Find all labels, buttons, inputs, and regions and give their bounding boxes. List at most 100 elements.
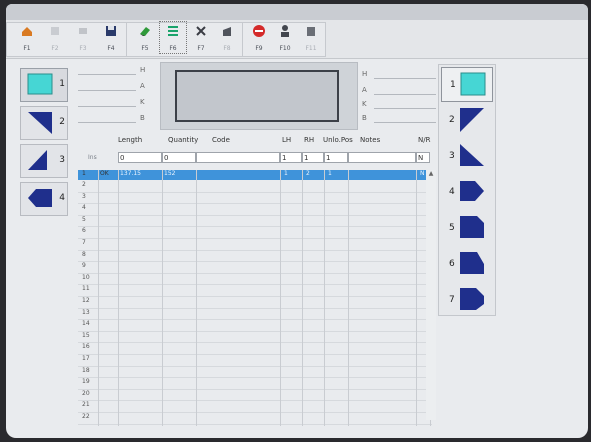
table-row[interactable]: 6 <box>78 227 432 237</box>
lh-input[interactable]: 1 <box>280 152 302 163</box>
field-b-left[interactable]: B <box>76 112 156 126</box>
rh-input[interactable]: 1 <box>302 152 324 163</box>
left-shape-button-1[interactable]: 1 <box>20 68 68 102</box>
table-row[interactable]: 13 <box>78 309 432 319</box>
table-row[interactable]: 19 <box>78 378 432 388</box>
table-row[interactable]: 2 <box>78 181 432 191</box>
table-row[interactable]: 16 <box>78 343 432 353</box>
f6-button[interactable]: F6 <box>159 21 187 54</box>
triangle-down-shape-icon <box>28 112 52 134</box>
notes-input[interactable] <box>348 152 416 163</box>
stop-icon <box>253 25 265 37</box>
f5-button[interactable]: F5 <box>132 22 158 53</box>
f8-label: F8 <box>223 45 231 52</box>
row-number: 17 <box>82 355 90 362</box>
table-row[interactable]: 4 <box>78 204 432 214</box>
field-b-right[interactable]: B <box>360 112 440 126</box>
right-shape-button-3[interactable]: 3 <box>441 139 491 172</box>
field-a-left[interactable]: A <box>76 80 156 94</box>
grid-scrollbar[interactable]: ▲ <box>426 170 436 420</box>
length-input[interactable]: 0 <box>118 152 162 163</box>
column-divider <box>98 170 99 426</box>
app-window: F1 F2 F3 F4 F5 F6 F7 F8 F9 F10 F11 1 2 3… <box>6 4 588 438</box>
right-shape-number: 6 <box>449 259 455 269</box>
unlo-pos-input[interactable]: 1 <box>324 152 348 163</box>
chamfer-shape-icon <box>460 252 484 274</box>
right-shape-button-4[interactable]: 4 <box>441 175 491 208</box>
right-shape-button-2[interactable]: 2 <box>441 103 491 136</box>
nr-input[interactable]: N <box>416 152 430 163</box>
scroll-up-icon[interactable]: ▲ <box>427 170 435 178</box>
row-number: 12 <box>82 297 90 304</box>
f11-label: F11 <box>305 45 317 52</box>
quantity-input[interactable]: 0 <box>162 152 196 163</box>
table-row[interactable]: 21 <box>78 401 432 411</box>
right-shape-number: 4 <box>449 187 455 197</box>
table-row[interactable]: 18 <box>78 367 432 377</box>
column-divider <box>416 170 417 426</box>
field-h-left[interactable]: H <box>76 64 156 78</box>
table-row[interactable]: 22 <box>78 413 432 423</box>
column-divider <box>196 170 197 426</box>
table-row[interactable]: 20 <box>78 390 432 400</box>
table-row[interactable]: 11 <box>78 285 432 295</box>
right-shape-button-7[interactable]: 7 <box>441 283 491 316</box>
field-h-right[interactable]: H <box>360 68 440 82</box>
f3-button[interactable]: F3 <box>70 22 96 53</box>
f6-label: F6 <box>169 45 177 52</box>
table-row[interactable]: 15 <box>78 332 432 342</box>
left-shape-number: 1 <box>59 79 65 89</box>
rectangle-shape-icon <box>27 73 53 95</box>
table-row[interactable]: 7 <box>78 239 432 249</box>
arrow-left-shape-icon <box>28 189 52 207</box>
hand-icon <box>223 27 231 36</box>
field-a-right[interactable]: A <box>360 84 440 98</box>
table-row[interactable]: 12 <box>78 297 432 307</box>
triangle-up-shape-icon <box>460 144 484 166</box>
row-unlo-pos: 1 <box>328 170 332 177</box>
operator-icon <box>281 25 289 37</box>
table-row[interactable]: 10 <box>78 274 432 284</box>
f5-label: F5 <box>141 45 149 52</box>
table-row[interactable]: 9 <box>78 262 432 272</box>
table-row[interactable]: 8 <box>78 251 432 261</box>
right-shape-button-6[interactable]: 6 <box>441 247 491 280</box>
f1-button[interactable]: F1 <box>14 22 40 53</box>
left-shape-button-2[interactable]: 2 <box>20 106 68 140</box>
code-input[interactable] <box>196 152 280 163</box>
field-label: K <box>362 100 367 108</box>
right-shape-button-5[interactable]: 5 <box>441 211 491 244</box>
table-row[interactable]: 17 <box>78 355 432 365</box>
row-number: 3 <box>82 192 86 200</box>
column-divider <box>324 170 325 426</box>
table-row[interactable]: 5 <box>78 216 432 226</box>
arrow-right-shape-icon <box>460 181 484 201</box>
right-shape-number: 7 <box>449 295 455 305</box>
f4-button[interactable]: F4 <box>98 22 124 53</box>
row-number: 16 <box>82 343 90 351</box>
table-row-selected[interactable]: 1 OK 137.15 152 1 2 1 N <box>78 170 432 181</box>
f3-label: F3 <box>79 45 87 52</box>
field-k-left[interactable]: K <box>76 96 156 110</box>
row-status: OK <box>100 170 109 177</box>
f8-button[interactable]: F8 <box>214 22 240 53</box>
f10-button[interactable]: F10 <box>272 22 298 53</box>
f2-button[interactable]: F2 <box>42 22 68 53</box>
row-number: 10 <box>82 273 90 281</box>
table-row[interactable]: 14 <box>78 320 432 330</box>
f11-button[interactable]: F11 <box>298 22 324 53</box>
right-shape-button-1[interactable]: 1 <box>441 67 493 102</box>
row-number: 22 <box>82 413 90 420</box>
rectangle-shape-icon <box>460 72 486 96</box>
table-row[interactable]: 3 <box>78 193 432 203</box>
field-k-right[interactable]: K <box>360 98 440 112</box>
row-number: 19 <box>82 378 90 386</box>
f7-button[interactable]: F7 <box>188 22 214 53</box>
machine-icon <box>307 27 315 36</box>
triangle-up-shape-icon <box>28 150 47 170</box>
f9-button[interactable]: F9 <box>246 22 272 53</box>
left-shape-button-4[interactable]: 4 <box>20 182 68 216</box>
left-shape-button-3[interactable]: 3 <box>20 144 68 178</box>
left-shape-number: 3 <box>59 155 65 165</box>
row-number: 1 <box>82 170 86 177</box>
